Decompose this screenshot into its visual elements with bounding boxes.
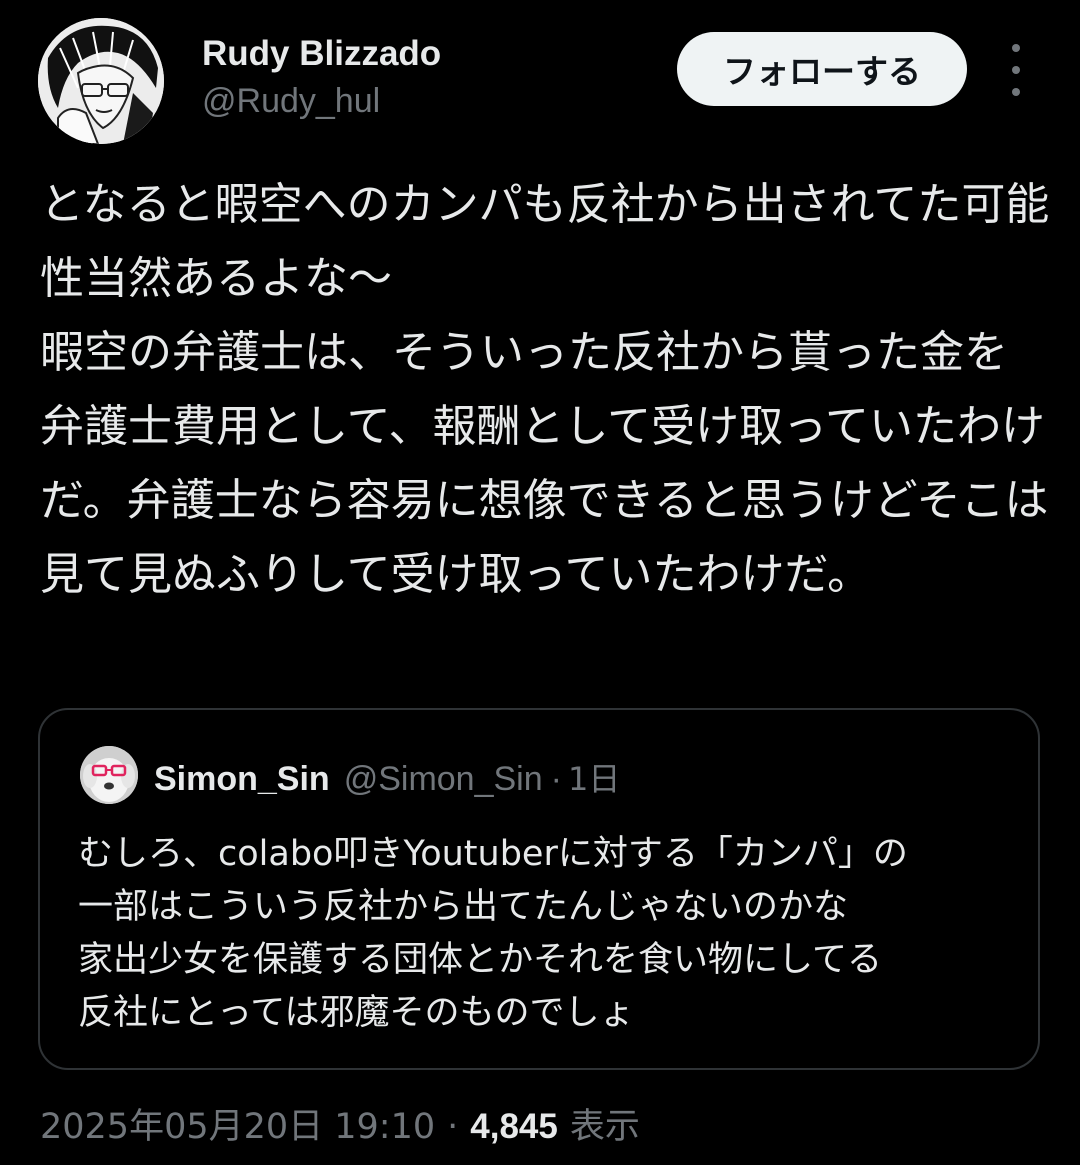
vertical-ellipsis-icon-dot <box>1012 66 1020 74</box>
tweet: Rudy Blizzado @Rudy_hul フォローする となると暇空へのカ… <box>0 0 1080 1165</box>
quoted-author-avatar[interactable] <box>80 746 138 804</box>
quoted-separator: · <box>550 760 562 798</box>
follow-button[interactable]: フォローする <box>677 32 967 106</box>
quoted-author-display-name[interactable]: Simon_Sin <box>154 760 330 799</box>
tweet-meta: 2025年05月20日 19:10 · 4,845 表示 <box>40 1098 640 1149</box>
quoted-tweet-card[interactable]: Simon_Sin @Simon_Sin · 1日 むしろ、colabo叩きYo… <box>38 708 1040 1070</box>
vertical-ellipsis-icon <box>1012 44 1020 52</box>
quoted-tweet-header: Simon_Sin @Simon_Sin · 1日 <box>154 754 620 800</box>
quoted-author-handle[interactable]: @Simon_Sin <box>344 760 543 799</box>
author-handle[interactable]: @Rudy_hul <box>202 82 380 121</box>
author-avatar[interactable] <box>38 18 164 144</box>
views-count: 4,845 <box>470 1107 558 1146</box>
vertical-ellipsis-icon-dot <box>1012 88 1020 96</box>
views-label: 表示 <box>569 1107 640 1147</box>
more-options-button[interactable] <box>996 44 1036 96</box>
tweet-timestamp[interactable]: 2025年05月20日 19:10 <box>40 1098 435 1149</box>
author-display-name[interactable]: Rudy Blizzado <box>202 34 441 74</box>
tweet-text: となると暇空へのカンパも反社から出されてた可能性当然あるよな〜 暇空の弁護士は、… <box>40 179 1050 600</box>
meta-separator: · <box>447 1107 459 1147</box>
manga-portrait-avatar-icon <box>38 18 164 144</box>
quoted-tweet-text: むしろ、colabo叩きYoutuberに対する「カンパ」の 一部はこういう反社… <box>78 834 908 1033</box>
quoted-timestamp[interactable]: 1日 <box>568 754 620 800</box>
dog-with-red-glasses-avatar-icon <box>80 746 138 804</box>
